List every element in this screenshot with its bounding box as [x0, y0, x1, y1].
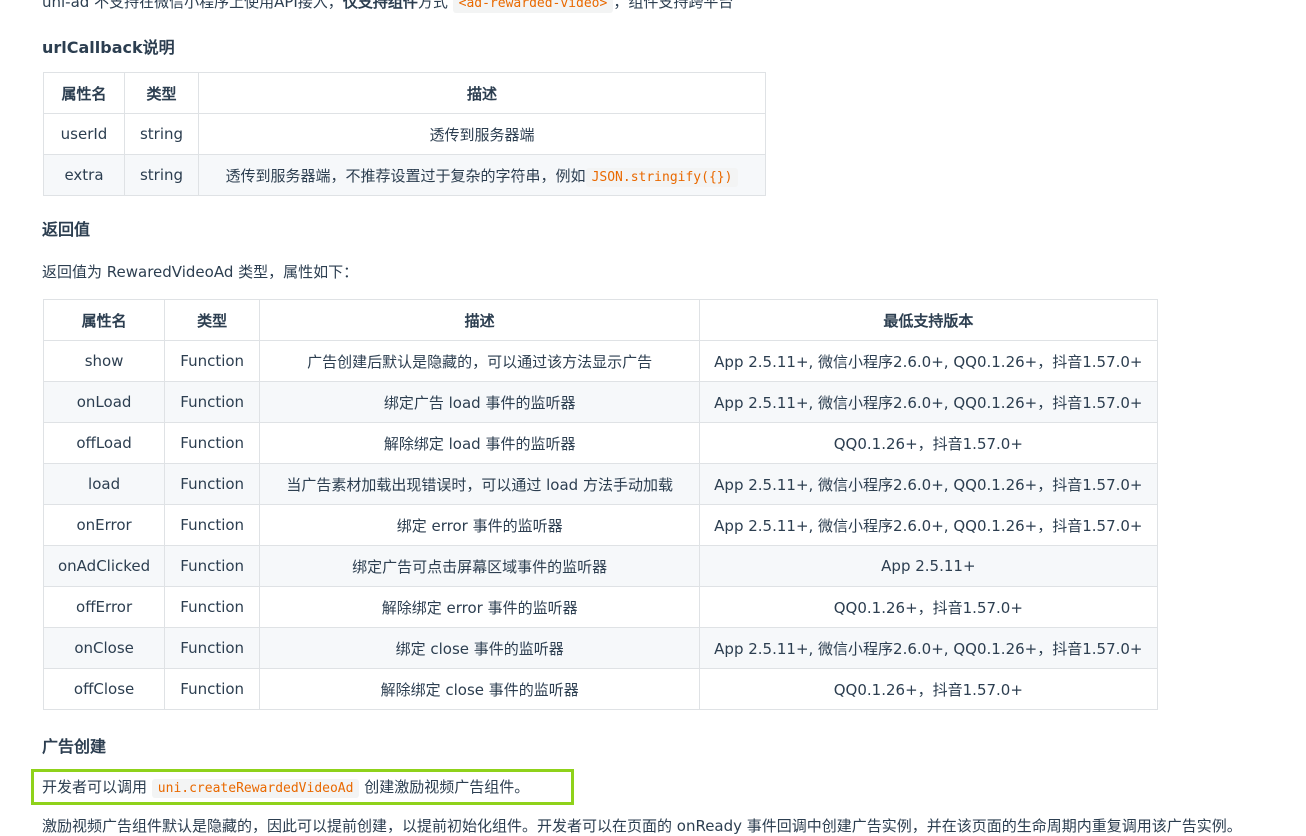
table-row: offClose Function 解除绑定 close 事件的监听器 QQ0.1.2…	[42, 668, 1158, 710]
cell-type: Function	[164, 381, 261, 423]
intro-text-3: ，组件支持跨平台	[613, 0, 734, 11]
cell-desc: 当广告素材加载出现错误时，可以通过 load 方法手动加载	[259, 463, 701, 505]
table-row: extra string 透传到服务器端，不推荐设置过于复杂的字符串，例如 JSO…	[43, 154, 766, 196]
cell-desc-text: 透传到服务器端，不推荐设置过于复杂的字符串，例如	[225, 166, 586, 185]
bottom-paragraph: 激励视频广告组件默认是隐藏的，因此可以提前创建，以提前初始化组件。开发者可以在页…	[42, 817, 1242, 835]
return-value-heading: 返回值	[42, 220, 91, 239]
header-cell: 属性名	[42, 299, 166, 341]
table-row: onAdClicked Function 绑定广告可点击屏幕区域事件的监听器 App …	[42, 545, 1158, 587]
cell-desc: 绑定 close 事件的监听器	[259, 627, 701, 669]
url-callback-table: 属性名 类型 描述 userId string 透传到服务器端 extra st…	[43, 72, 766, 196]
intro-bold-text: 仅支持组件	[342, 0, 418, 11]
cell-desc: 解除绑定 error 事件的监听器	[259, 586, 701, 628]
header-cell: 最低支持版本	[699, 299, 1158, 341]
cell-type: Function	[164, 627, 261, 669]
cell-name: offClose	[42, 668, 166, 710]
cell-name: load	[42, 463, 166, 505]
cell-name: offLoad	[42, 422, 166, 464]
url-callback-heading: urlCallback说明	[42, 38, 175, 57]
table-row: offError Function 解除绑定 error 事件的监听器 QQ0.1.2…	[42, 586, 1158, 628]
ad-creation-text: 开发者可以调用 uni.createRewardedVideoAd 创建激励视频…	[42, 776, 530, 798]
table-row: offLoad Function 解除绑定 load 事件的监听器 QQ0.1.26+…	[42, 422, 1158, 464]
intro-text: uni-ad 不支持在微信小程序上使用API接入，	[42, 0, 343, 11]
cell-code: JSON.stringify({})	[585, 167, 739, 187]
cell-name: offError	[42, 586, 166, 628]
table-row: onClose Function 绑定 close 事件的监听器 App 2.5.11…	[42, 627, 1158, 669]
create-api-code: uni.createRewardedVideoAd	[151, 779, 360, 798]
table-header-row: 属性名 类型 描述	[43, 72, 766, 114]
cell-version: QQ0.1.26+，抖音1.57.0+	[699, 422, 1158, 464]
cell-version: App 2.5.11+, 微信小程序2.6.0+, QQ0.1.26+，抖音1.…	[699, 504, 1158, 546]
header-cell: 类型	[164, 299, 261, 341]
cell-name: onError	[42, 504, 166, 546]
cell-name: onClose	[42, 627, 166, 669]
cell-name: onLoad	[42, 381, 166, 423]
cell-desc: 广告创建后默认是隐藏的，可以通过该方法显示广告	[259, 340, 701, 382]
cell-version: App 2.5.11+, 微信小程序2.6.0+, QQ0.1.26+，抖音1.…	[699, 627, 1158, 669]
cell-desc: 绑定 error 事件的监听器	[259, 504, 701, 546]
table-row: show Function 广告创建后默认是隐藏的，可以通过该方法显示广告 App 2…	[42, 340, 1158, 382]
cell-type: Function	[164, 668, 261, 710]
cell-type: string	[124, 113, 199, 155]
cell-name: extra	[43, 154, 125, 196]
return-value-table: 属性名 类型 描述 最低支持版本 show Function 广告创建后默认是隐藏的…	[42, 299, 1158, 710]
cell-type: Function	[164, 504, 261, 546]
cell-version: QQ0.1.26+，抖音1.57.0+	[699, 586, 1158, 628]
table-row: onLoad Function 绑定广告 load 事件的监听器 App 2.5.11…	[42, 381, 1158, 423]
table-row: load Function 当广告素材加载出现错误时，可以通过 load 方法手动加…	[42, 463, 1158, 505]
cell-name: show	[42, 340, 166, 382]
header-cell: 属性名	[43, 72, 125, 114]
cell-type: Function	[164, 340, 261, 382]
intro-code: <ad-rewarded-video>	[452, 0, 614, 13]
cell-desc: 绑定广告可点击屏幕区域事件的监听器	[259, 545, 701, 587]
cell-version: App 2.5.11+, 微信小程序2.6.0+, QQ0.1.26+，抖音1.…	[699, 381, 1158, 423]
cell-desc: 解除绑定 load 事件的监听器	[259, 422, 701, 464]
table-row: onError Function 绑定 error 事件的监听器 App 2.5.11…	[42, 504, 1158, 546]
header-cell: 类型	[124, 72, 199, 114]
cell-name: onAdClicked	[42, 545, 166, 587]
cell-desc: 透传到服务器端，不推荐设置过于复杂的字符串，例如 JSON.stringify({…	[198, 154, 766, 196]
table-row: userId string 透传到服务器端	[43, 113, 766, 155]
cell-version: App 2.5.11+	[699, 545, 1158, 587]
cell-version: QQ0.1.26+，抖音1.57.0+	[699, 668, 1158, 710]
cell-type: Function	[164, 463, 261, 505]
ad-creation-text-after: 创建激励视频广告组件。	[364, 778, 530, 796]
intro-text-2: 方式	[417, 0, 448, 11]
intro-line: uni-ad 不支持在微信小程序上使用API接入，仅支持组件方式 <ad-rew…	[42, 0, 734, 13]
cell-type: Function	[164, 545, 261, 587]
cell-type: string	[124, 154, 199, 196]
cell-desc: 透传到服务器端	[198, 113, 766, 155]
cell-version: App 2.5.11+, 微信小程序2.6.0+, QQ0.1.26+，抖音1.…	[699, 340, 1158, 382]
ad-creation-heading: 广告创建	[42, 737, 107, 756]
cell-name: userId	[43, 113, 125, 155]
cell-version: App 2.5.11+, 微信小程序2.6.0+, QQ0.1.26+，抖音1.…	[699, 463, 1158, 505]
return-value-description: 返回值为 RewaredVideoAd 类型，属性如下：	[42, 263, 359, 281]
cell-desc: 解除绑定 close 事件的监听器	[259, 668, 701, 710]
header-cell: 描述	[259, 299, 701, 341]
header-cell: 描述	[198, 72, 766, 114]
cell-desc: 绑定广告 load 事件的监听器	[259, 381, 701, 423]
cell-type: Function	[164, 422, 261, 464]
ad-creation-text-before: 开发者可以调用	[42, 778, 148, 796]
table-header-row: 属性名 类型 描述 最低支持版本	[42, 299, 1158, 341]
cell-type: Function	[164, 586, 261, 628]
